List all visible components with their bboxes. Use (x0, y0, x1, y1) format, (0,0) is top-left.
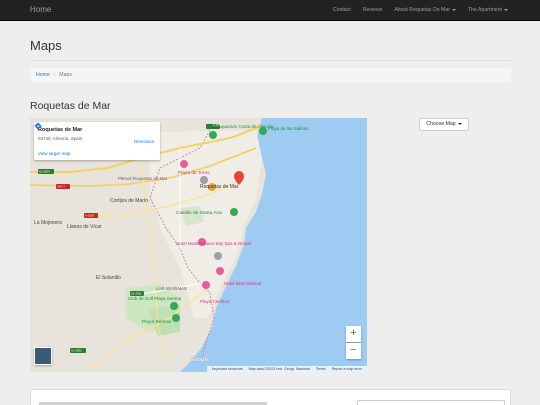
road-label: AL-3302 (71, 349, 82, 353)
zoom-in-button[interactable]: + (346, 326, 361, 342)
poi-label-playa-salinas: Playa de las Salinas (268, 126, 309, 131)
town-label-llanos: Llanos de Vícar (67, 224, 102, 230)
directions-icon[interactable] (34, 122, 42, 130)
place-info-card: Roquetas de Mar 04740, Almería, Spain Vi… (34, 122, 160, 160)
place-title: Roquetas de Mar (38, 127, 83, 133)
poi-label-club-golf: Club de Golf Playa Serena (128, 296, 182, 301)
google-logo: Google (190, 357, 209, 363)
satellite-toggle-thumbnail[interactable] (34, 347, 52, 365)
breadcrumb-home-link[interactable]: Home (36, 72, 50, 78)
nav-item-contact[interactable]: Contact (327, 0, 357, 21)
report-error-link[interactable]: Report a map error (332, 367, 362, 371)
page-title: Maps (30, 38, 62, 53)
view-larger-map-link[interactable]: View larger map (38, 151, 70, 156)
section-title: Roquetas de Mar (30, 100, 111, 112)
content-panel (30, 389, 511, 405)
nav-label: About Roquetas De Mar (394, 7, 450, 13)
directions-link[interactable]: Directions (134, 139, 154, 144)
town-label-mojonera: La Mojonera (34, 220, 62, 226)
zoom-out-button[interactable]: − (346, 343, 361, 359)
nav-label: The Apartment (467, 7, 502, 13)
choose-map-dropdown[interactable]: Choose Map (419, 118, 469, 131)
nav-label: Reviews (362, 7, 383, 13)
input-field[interactable] (357, 400, 505, 405)
breadcrumb-separator: / (53, 72, 56, 78)
nav-menu: Contact Reviews About Roquetas De Mar Th… (327, 0, 514, 21)
poi-label-playa-serena: Playa Serena (142, 319, 171, 325)
poi-label-plenoil: Plenoil Roquetas de Mar (118, 176, 168, 181)
nav-item-about[interactable]: About Roquetas De Mar (388, 0, 462, 21)
nav-item-apartment[interactable]: The Apartment (462, 0, 514, 21)
brand-home-link[interactable]: Home (30, 5, 51, 14)
poi-label-castillo: Castillo de Santa Ana (176, 210, 222, 216)
caret-down-icon (451, 8, 456, 11)
dropdown-label: Choose Map (426, 121, 456, 127)
place-address: 04740, Almería, Spain (38, 136, 83, 141)
town-label-roquetas: Roquetas de Mar (200, 184, 239, 190)
town-label-cortijos: Cortijos de Marín (110, 198, 148, 204)
keyboard-shortcuts-link[interactable]: Keyboard shortcuts (212, 367, 243, 371)
breadcrumb: Home / Maps (30, 68, 511, 82)
nav-item-reviews[interactable]: Reviews (357, 0, 389, 21)
poi-label-aquarium: Aquarium Costa de Almería (218, 124, 274, 129)
map-attribution: Keyboard shortcuts Map data ©2023 Inst. … (206, 366, 367, 372)
nav-label: Contact (332, 7, 351, 13)
poi-label-plaza-toros: Plaza de Toros (178, 170, 210, 176)
road-label: AL-3301 (131, 292, 142, 296)
caret-down-icon (504, 8, 508, 11)
divider (30, 60, 511, 61)
road-label: AUT-7 (57, 185, 65, 189)
area-label-marinas: LAS MARINAS (156, 286, 187, 291)
poi-label-hotel-sabinal: Hotel Best Sabinal (224, 281, 261, 286)
google-map[interactable]: A-1051 AL-9024 AUT-7 A-1050 AL-3301 AL-3… (30, 118, 367, 372)
road-label: AL-9024 (39, 170, 50, 174)
poi-label-playa-cerrillos: Playa Cerrillos (200, 299, 230, 304)
breadcrumb-current: Maps (59, 72, 72, 78)
terms-link[interactable]: Terms (316, 367, 326, 371)
poi-label-hotel: Hotel Mediterráneo Bay Spa & Resort (176, 241, 252, 246)
town-label-solanillo: El Solanillo (96, 275, 121, 281)
road-label: A-1050 (85, 214, 94, 218)
navbar: Home Contact Reviews About Roquetas De M… (0, 0, 540, 21)
map-data-credit: Map data ©2023 Inst. Geogr. Nacional (248, 367, 310, 371)
caret-down-icon (457, 122, 462, 125)
